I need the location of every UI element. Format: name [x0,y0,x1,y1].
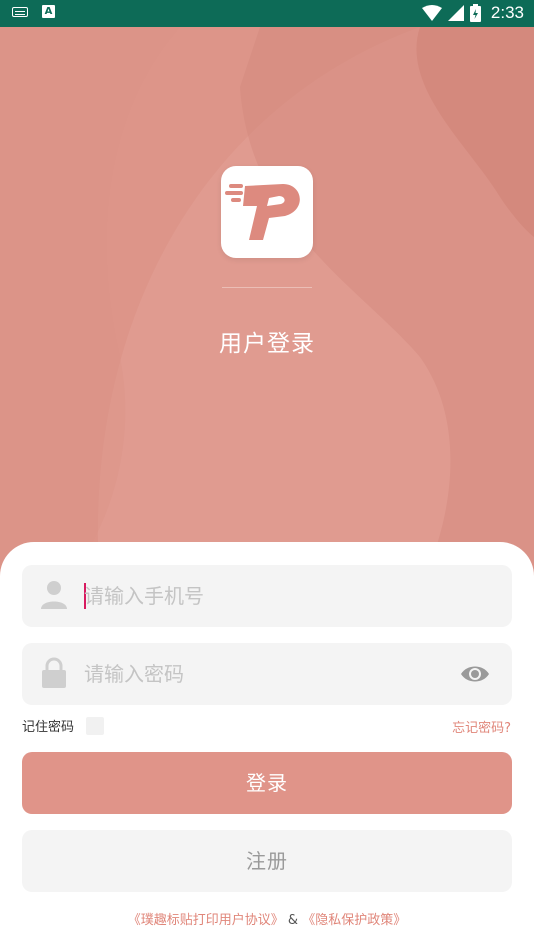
wifi-icon [421,5,442,21]
forgot-password-link[interactable]: 忘记密码? [452,717,511,736]
register-button[interactable]: 注册 [22,830,512,892]
agreement-separator: & [287,913,299,928]
hero-background-shapes [0,27,534,587]
privacy-policy-link[interactable]: 《隐私保护政策》 [302,913,406,928]
clock: 2:33 [490,3,524,22]
keyboard-icon [12,6,28,17]
user-icon [41,581,67,609]
login-button[interactable]: 登录 [22,752,512,814]
page-title: 用户登录 [219,331,315,357]
app-logo [221,166,313,258]
agreement-links: 《璞趣标贴打印用户协议》 & 《隐私保护政策》 [0,909,534,928]
phone-input[interactable] [84,565,444,627]
user-agreement-link[interactable]: 《璞趣标贴打印用户协议》 [128,913,284,928]
phone-field[interactable] [22,565,512,627]
hero-banner: 用户登录 [0,27,534,587]
a-notification-icon: A [42,5,55,18]
lock-icon [42,657,66,688]
app-logo-p-icon [225,184,300,240]
signal-icon [447,5,464,21]
remember-checkbox[interactable] [86,716,105,735]
eye-icon[interactable] [460,663,490,685]
remember-password: 记住密码 [22,716,105,735]
logo-divider [222,287,312,288]
status-bar: A 2:33 [0,0,534,27]
password-field[interactable] [22,643,512,705]
remember-label: 记住密码 [22,720,75,735]
battery-icon [469,4,481,22]
password-input[interactable] [84,643,444,705]
